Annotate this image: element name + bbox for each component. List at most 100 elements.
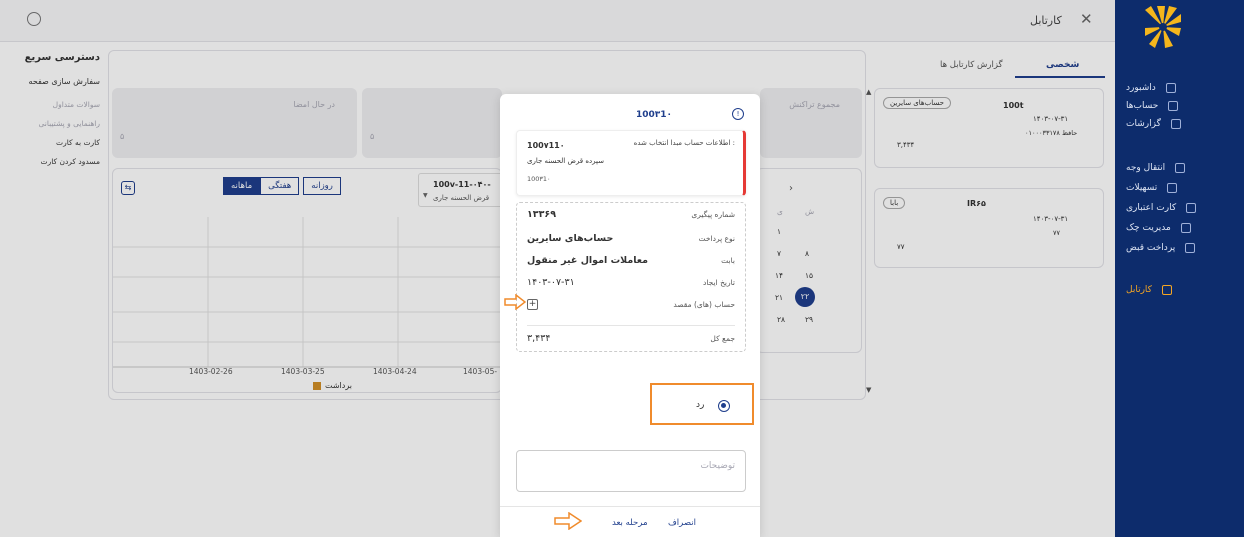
source-account-info: اطلاعات حساب مبدا انتخاب شده : 100۷11۰ س… [516,130,746,196]
period-toggle: ماهانه هفتگی روزانه [223,177,341,195]
cartable-code: IR۶۵ [967,199,986,208]
legend-swatch [313,381,321,390]
sidebar-item-transfer[interactable]: انتقال وجه [1126,160,1226,176]
total-label: جمع کل [710,334,735,343]
sidebar: داشبورد حساب‌ها گزارشات انتقال وجه تسهیل… [1115,0,1244,537]
tab-monthly[interactable]: ماهانه [223,177,261,195]
detail-value: ۱۴۰۳-۰۷-۳۱ [527,277,575,288]
calendar-day[interactable]: ۱۴ [775,271,783,280]
sidebar-item-cheque[interactable]: مدیریت چک [1126,220,1226,236]
quick-access-item[interactable]: سوالات متداول [8,100,100,109]
sidebar-item-credit-card[interactable]: کارت اعتباری [1126,200,1226,216]
calendar-day[interactable]: ۱ [777,227,781,236]
expand-destination-icon[interactable]: + [527,299,538,310]
bill-icon [1185,243,1196,253]
quick-access-item[interactable]: مسدود کردن کارت [8,157,100,166]
refresh-icon[interactable]: ⇆ [121,181,135,195]
summary-card-title: در حال امضا [293,100,335,109]
calendar-day[interactable]: ۲۸ [777,315,785,324]
info-icon[interactable]: ! [732,108,744,120]
tab-indicator [1015,76,1105,78]
detail-label: شماره پیگیری [691,210,735,219]
notes-placeholder: توضیحات [700,461,735,471]
calendar-day-selected[interactable]: ۲۲ [795,287,815,307]
calendar-day[interactable]: ۱۵ [805,271,813,280]
sidebar-item-reports[interactable]: گزارشات [1126,116,1226,132]
cancel-button[interactable]: انصراف [668,518,696,528]
sidebar-item-dashboard[interactable]: داشبورد [1126,80,1226,96]
source-account-title: اطلاعات حساب مبدا انتخاب شده : [633,139,735,147]
tab-report[interactable]: گزارش کارتابل ها [940,60,1003,70]
scroll-up-icon[interactable]: ▲ [866,88,871,96]
cartable-badge: بابا [883,197,906,209]
cartable-amount: ۳,۴۳۴ [897,141,915,149]
loan-icon [1167,183,1178,193]
account-select-value: 100v-11-۰۴۰- [433,180,491,189]
close-icon[interactable]: ✕ [1080,10,1093,28]
x-tick-label: 1403-05- [463,367,498,376]
account-select-sub: قرض الحسنه جاری [433,194,490,202]
chevron-right-icon[interactable]: › [789,183,793,194]
sidebar-item-cartable[interactable]: کارتابل [1126,282,1226,298]
sidebar-item-bill[interactable]: پرداخت قبض [1126,240,1226,256]
quick-access-item[interactable]: کارت به کارت [8,138,100,147]
x-tick-label: 1403-04-24 [373,367,417,376]
cartable-info: حافظ ۰۱۰۰۰۳۳۱۷۸ [1025,129,1078,137]
detail-row: بابت معاملات اموال غیر منقول [527,255,735,266]
calendar-day[interactable]: ۲۹ [805,315,813,324]
reject-radio[interactable] [718,400,730,412]
detail-row: شماره پیگیری ۱۳۳۶۹ [527,209,735,220]
calendar-weekday: ی [777,207,783,216]
card-icon [1186,203,1197,213]
quick-access-title: دسترسی سریع [24,52,100,63]
tab-weekly[interactable]: هفتگی [260,177,300,195]
report-icon [1170,119,1181,129]
cartable-date: ۱۴۰۳-۰۷-۳۱ [1033,115,1069,123]
chart-grid [113,217,503,368]
detail-value: معاملات اموال غیر منقول [527,255,649,266]
user-circle-icon[interactable] [27,12,41,26]
quick-access-panel: دسترسی سریع سفارش سازی صفحه سوالات متداو… [8,52,100,166]
cartable-info: ۷۷ [1053,229,1060,237]
cartable-amount: ۷۷ [897,243,905,251]
scroll-down-icon[interactable]: ▼ [866,386,871,394]
x-tick-label: 1403-02-26 [189,367,233,376]
cartable-card[interactable]: بابا IR۶۵ ۱۴۰۳-۰۷-۳۱ ۷۷ ۷۷ [874,188,1104,268]
dashboard-icon [1165,83,1176,93]
chevron-down-icon: ▼ [423,192,428,199]
notes-input[interactable]: توضیحات [516,450,746,492]
detail-label: تاریخ ایجاد [703,278,735,287]
tab-personal[interactable]: شخصی [1046,60,1079,70]
sidebar-item-loans[interactable]: تسهیلات [1126,180,1226,196]
detail-value: ۱۳۳۶۹ [527,209,556,220]
summary-card-value: ۵ [120,132,125,141]
total-value: ۳,۴۳۴ [527,333,551,344]
next-step-button[interactable]: مرحله بعد [612,518,648,528]
quick-access-item[interactable]: راهنمایی و پشتیبانی [8,119,100,128]
detail-row: نوع پرداخت حساب‌های سایرین [527,233,735,244]
cartable-date: ۱۴۰۳-۰۷-۳۱ [1033,215,1069,223]
sidebar-item-accounts[interactable]: حساب‌ها [1126,98,1226,114]
calendar-weekday: ش [805,207,815,216]
cartable-card[interactable]: حساب‌های سایرین 100t ۱۴۰۳-۰۷-۳۱ حافظ ۰۱۰… [874,88,1104,168]
cheque-icon [1180,223,1191,233]
detail-label: نوع پرداخت [698,234,735,243]
bank-logo [1145,6,1181,48]
source-account-code: 100۳1۰ [527,175,551,183]
cartable-detail-modal: 100۳1۰ ! اطلاعات حساب مبدا انتخاب شده : … [500,94,760,537]
modal-header-code: 100۳1۰ [636,110,673,120]
detail-row: حساب (های) مقصد + [527,299,735,310]
account-select[interactable]: 100v-11-۰۴۰- قرض الحسنه جاری ▼ [418,173,508,207]
calendar-day[interactable]: ۸ [805,249,809,258]
tab-daily[interactable]: روزانه [303,177,341,195]
calendar-day[interactable]: ۲۱ [775,293,783,302]
account-icon [1168,101,1179,111]
x-tick-label: 1403-03-25 [281,367,325,376]
cartable-code: 100t [1003,101,1024,110]
annotation-arrow-icon [504,294,526,310]
detail-row: تاریخ ایجاد ۱۴۰۳-۰۷-۳۱ [527,277,735,288]
quick-access-item[interactable]: سفارش سازی صفحه [8,77,100,86]
calendar-day[interactable]: ۷ [777,249,781,258]
summary-card-value: ۵ [370,132,375,141]
summary-card: در حال امضا ۵ [112,88,357,158]
